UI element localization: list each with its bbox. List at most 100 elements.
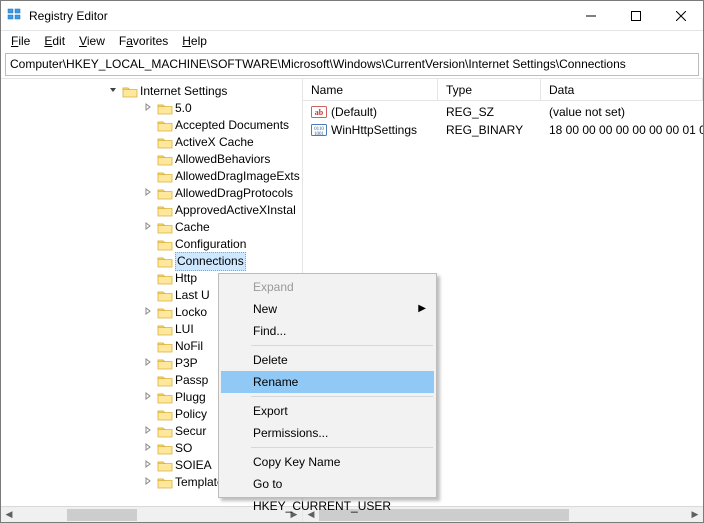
close-button[interactable] (658, 1, 703, 30)
col-header-type[interactable]: Type (438, 79, 541, 100)
tree-label: Passp (175, 372, 208, 389)
folder-icon (157, 374, 173, 388)
svg-text:1001: 1001 (314, 132, 325, 137)
expander-icon[interactable] (141, 440, 155, 457)
col-header-data[interactable]: Data (541, 79, 703, 100)
tree-label: Connections (175, 252, 246, 271)
ctx-goto-hkcu[interactable]: Go to HKEY_CURRENT_USER (221, 473, 434, 495)
ctx-delete[interactable]: Delete (221, 349, 434, 371)
scroll-left-icon[interactable]: ◀ (1, 507, 17, 523)
value-name: WinHttpSettings (331, 121, 417, 139)
tree-item[interactable]: AllowedBehaviors (1, 151, 302, 168)
tree-label: Internet Settings (140, 83, 227, 100)
folder-icon (157, 306, 173, 320)
folder-icon (157, 391, 173, 405)
expander-icon[interactable] (106, 83, 120, 100)
tree-label: Locko (175, 304, 207, 321)
tree-item[interactable]: Connections (1, 253, 302, 270)
string-value-icon: ab (311, 104, 327, 120)
ctx-permissions[interactable]: Permissions... (221, 422, 434, 444)
tree-item[interactable]: Configuration (1, 236, 302, 253)
folder-icon (157, 442, 173, 456)
folder-icon (157, 119, 173, 133)
tree-label: Secur (175, 423, 206, 440)
tree-label: Accepted Documents (175, 117, 289, 134)
ctx-copy-key-name[interactable]: Copy Key Name (221, 451, 434, 473)
folder-icon (157, 187, 173, 201)
context-menu: Expand New ▶ Find... Delete Rename Expor… (218, 273, 437, 498)
list-row[interactable]: 01101001WinHttpSettingsREG_BINARY18 00 0… (303, 121, 703, 139)
titlebar: Registry Editor (1, 1, 703, 31)
app-icon (7, 6, 23, 25)
tree-label: Plugg (175, 389, 206, 406)
tree-item[interactable]: AllowedDragProtocols (1, 185, 302, 202)
folder-icon (157, 170, 173, 184)
tree-item[interactable]: Cache (1, 219, 302, 236)
menu-view[interactable]: View (73, 33, 111, 49)
tree-label: Last U (175, 287, 210, 304)
value-name: (Default) (331, 103, 377, 121)
tree-item[interactable]: AllowedDragImageExts (1, 168, 302, 185)
tree-label: AllowedDragImageExts (175, 168, 300, 185)
maximize-button[interactable] (613, 1, 658, 30)
ctx-rename[interactable]: Rename (221, 371, 434, 393)
tree-item[interactable]: ActiveX Cache (1, 134, 302, 151)
expander-icon[interactable] (141, 457, 155, 474)
folder-icon (157, 476, 173, 490)
menu-edit[interactable]: Edit (38, 33, 71, 49)
tree-label: LUI (175, 321, 194, 338)
expander-icon[interactable] (141, 304, 155, 321)
folder-icon (157, 340, 173, 354)
minimize-button[interactable] (568, 1, 613, 30)
ctx-new-label: New (253, 302, 277, 316)
address-bar[interactable]: Computer\HKEY_LOCAL_MACHINE\SOFTWARE\Mic… (5, 53, 699, 76)
tree-item[interactable]: ApprovedActiveXInstal (1, 202, 302, 219)
folder-icon (157, 136, 173, 150)
value-data: (value not set) (541, 103, 703, 121)
expander-icon[interactable] (141, 100, 155, 117)
folder-icon (157, 357, 173, 371)
tree-label: SO (175, 440, 192, 457)
expander-icon[interactable] (141, 474, 155, 491)
value-type: REG_SZ (438, 103, 541, 121)
folder-icon (122, 85, 138, 99)
expander-icon[interactable] (141, 389, 155, 406)
submenu-arrow-icon: ▶ (418, 298, 426, 320)
tree-label: SOIEA (175, 457, 212, 474)
col-header-name[interactable]: Name (303, 79, 438, 100)
tree-label: NoFil (175, 338, 203, 355)
window-title: Registry Editor (29, 9, 108, 23)
value-type: REG_BINARY (438, 121, 541, 139)
folder-icon (157, 238, 173, 252)
menu-favorites[interactable]: Favorites (113, 33, 174, 49)
expander-icon[interactable] (141, 423, 155, 440)
menu-help[interactable]: Help (176, 33, 213, 49)
ctx-separator (251, 447, 433, 448)
folder-icon (157, 459, 173, 473)
ctx-separator (251, 396, 433, 397)
tree-item[interactable]: Accepted Documents (1, 117, 302, 134)
tree-label: 5.0 (175, 100, 192, 117)
scroll-right-icon[interactable]: ▶ (687, 507, 703, 523)
expander-icon[interactable] (141, 219, 155, 236)
tree-label: AllowedDragProtocols (175, 185, 293, 202)
folder-icon (157, 255, 173, 269)
expander-icon[interactable] (141, 185, 155, 202)
folder-icon (157, 153, 173, 167)
ctx-separator (251, 345, 433, 346)
ctx-export[interactable]: Export (221, 400, 434, 422)
tree-item[interactable]: 5.0 (1, 100, 302, 117)
ctx-expand[interactable]: Expand (221, 276, 434, 298)
menu-file[interactable]: File (5, 33, 36, 49)
tree-label: AllowedBehaviors (175, 151, 270, 168)
menubar: File Edit View Favorites Help (1, 31, 703, 51)
expander-icon[interactable] (141, 355, 155, 372)
tree-label: P3P (175, 355, 198, 372)
ctx-find[interactable]: Find... (221, 320, 434, 342)
binary-value-icon: 01101001 (311, 122, 327, 138)
tree-label: Http (175, 270, 197, 287)
tree-label: ApprovedActiveXInstal (175, 202, 296, 219)
list-row[interactable]: ab(Default) REG_SZ(value not set) (303, 103, 703, 121)
tree-item-root[interactable]: Internet Settings (1, 83, 302, 100)
ctx-new[interactable]: New ▶ (221, 298, 434, 320)
